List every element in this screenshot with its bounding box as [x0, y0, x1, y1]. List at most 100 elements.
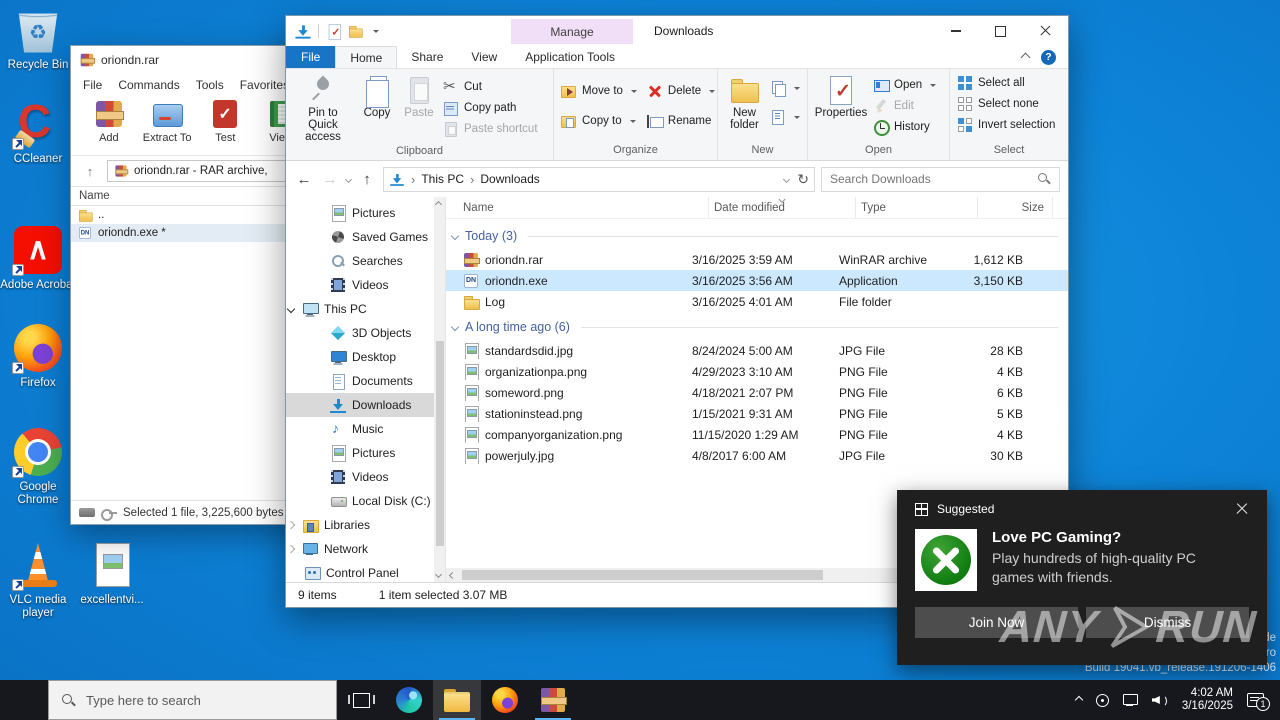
desktop-icon[interactable]: CCleaner	[0, 94, 76, 166]
forward-icon[interactable]: →	[320, 171, 340, 188]
search-input[interactable]: Search Downloads	[821, 166, 1060, 192]
start-button[interactable]	[0, 680, 48, 720]
paste-shortcut-button[interactable]: Paste shortcut	[440, 118, 541, 139]
desktop-icon[interactable]: VLC media player	[0, 541, 76, 620]
expander-icon[interactable]	[314, 425, 322, 433]
history-button[interactable]: History	[870, 116, 939, 137]
file-row[interactable]: companyorganization.png 11/15/2020 1:29 …	[446, 424, 1068, 445]
up-icon[interactable]: ↑	[357, 171, 377, 188]
winrar-extract-button[interactable]: Extract To	[143, 98, 191, 144]
tray-circle-icon[interactable]	[1095, 693, 1109, 707]
expander-icon[interactable]	[314, 329, 322, 337]
expander-icon[interactable]	[314, 257, 322, 265]
qat-properties-icon[interactable]	[326, 23, 341, 41]
scroll-up-icon[interactable]	[434, 200, 443, 209]
address-bar[interactable]: › This PC › Downloads ↻	[383, 166, 815, 192]
recent-locations-icon[interactable]	[344, 175, 353, 183]
select-all-button[interactable]: Select all	[954, 72, 1028, 93]
nav-item[interactable]: Videos	[286, 465, 445, 489]
expander-icon[interactable]	[286, 520, 296, 530]
maximize-button[interactable]	[978, 16, 1023, 46]
nav-item[interactable]: Libraries	[286, 513, 445, 537]
delete-button[interactable]: Delete	[644, 80, 718, 101]
expander-icon[interactable]	[314, 209, 322, 217]
desktop-icon[interactable]: Adobe Acrobat	[0, 226, 76, 292]
qat-customize-icon[interactable]	[373, 30, 379, 36]
file-row[interactable]: someword.png 4/18/2021 2:07 PM PNG File …	[446, 382, 1068, 403]
column-date-modified[interactable]: Date modified	[709, 197, 856, 218]
column-type[interactable]: Type	[856, 197, 978, 218]
winrar-menu-file[interactable]: File	[83, 78, 102, 92]
edge-taskbar-button[interactable]	[385, 680, 433, 720]
winrar-up-icon[interactable]: ↑	[79, 161, 101, 181]
nav-item[interactable]: Documents	[286, 369, 445, 393]
help-icon[interactable]: ?	[1041, 49, 1056, 65]
column-size[interactable]: Size	[978, 197, 1053, 218]
winrar-menu-favorites[interactable]: Favorites	[240, 78, 289, 92]
breadcrumb-this-pc[interactable]: This PC	[421, 172, 464, 186]
nav-item[interactable]: Local Disk (C:)	[286, 489, 445, 513]
collapse-group-icon[interactable]	[450, 322, 460, 332]
expander-icon[interactable]	[314, 377, 322, 385]
tab-file[interactable]: File	[286, 46, 336, 68]
search-icon[interactable]	[1037, 172, 1051, 186]
winrar-titlebar[interactable]: oriondn.rar	[71, 46, 309, 74]
tab-share[interactable]: Share	[397, 46, 457, 68]
nav-item[interactable]: Pictures	[286, 201, 445, 225]
nav-item[interactable]: 3D Objects	[286, 321, 445, 345]
tab-home[interactable]: Home	[335, 46, 398, 68]
file-explorer-taskbar-button[interactable]	[433, 680, 481, 720]
copy-to-button[interactable]: Copy to	[558, 110, 640, 131]
expander-icon[interactable]	[314, 353, 322, 361]
firefox-taskbar-button[interactable]	[481, 680, 529, 720]
expander-icon[interactable]	[314, 233, 322, 241]
tab-application-tools[interactable]: Application Tools	[511, 46, 629, 68]
file-row[interactable]: powerjuly.jpg 4/8/2017 6:00 AM JPG File …	[446, 445, 1068, 466]
file-row[interactable]: standardsdid.jpg 8/24/2024 5:00 AM JPG F…	[446, 340, 1068, 361]
expander-icon[interactable]	[288, 569, 296, 577]
nav-item[interactable]: Videos	[286, 273, 445, 297]
collapse-ribbon-icon[interactable]	[1020, 52, 1031, 62]
nav-item[interactable]: Saved Games	[286, 225, 445, 249]
pin-to-quick-access-button[interactable]: Pin to Quick access	[290, 72, 356, 145]
winrar-test-button[interactable]: Test	[203, 98, 247, 144]
winrar-column-header[interactable]: Name	[71, 186, 309, 206]
rename-button[interactable]: Rename	[644, 110, 718, 131]
copy-button[interactable]: Copy	[356, 72, 398, 121]
easy-access-button[interactable]	[767, 106, 803, 127]
address-dropdown-icon[interactable]	[783, 175, 791, 183]
move-to-button[interactable]: Move to	[558, 80, 640, 101]
breadcrumb-downloads[interactable]: Downloads	[480, 172, 539, 186]
group-header[interactable]: A long time ago (6)	[446, 314, 1068, 340]
expander-icon[interactable]	[286, 544, 296, 554]
desktop-icon[interactable]: Recycle Bin	[0, 6, 76, 72]
qat-new-folder-icon[interactable]	[348, 24, 363, 38]
cut-button[interactable]: Cut	[440, 76, 541, 97]
toast-close-icon[interactable]	[1235, 502, 1249, 516]
tray-clock[interactable]: 4:02 AM 3/16/2025	[1182, 687, 1233, 714]
file-row[interactable]: oriondn.rar 3/16/2025 3:59 AM WinRAR arc…	[446, 249, 1068, 270]
nav-item[interactable]: Searches	[286, 249, 445, 273]
nav-item[interactable]: Downloads	[286, 393, 445, 417]
close-button[interactable]	[1023, 16, 1068, 46]
invert-selection-button[interactable]: Invert selection	[954, 114, 1058, 135]
file-row[interactable]: Log 3/16/2025 4:01 AM File folder	[446, 291, 1068, 312]
hscrollbar-thumb[interactable]	[462, 570, 823, 580]
action-center-icon[interactable]: 1	[1247, 693, 1270, 711]
winrar-file-row[interactable]: ..	[71, 206, 309, 224]
nav-item[interactable]: Desktop	[286, 345, 445, 369]
scroll-down-icon[interactable]	[434, 570, 443, 579]
network-icon[interactable]	[1122, 693, 1138, 707]
winrar-add-button[interactable]: Add	[87, 98, 131, 144]
winrar-menu-tools[interactable]: Tools	[196, 78, 224, 92]
tab-view[interactable]: View	[457, 46, 511, 68]
task-view-button[interactable]	[337, 680, 385, 720]
expander-icon[interactable]	[286, 304, 296, 314]
nav-scrollbar[interactable]	[434, 197, 445, 582]
expander-icon[interactable]	[314, 497, 322, 505]
minimize-button[interactable]	[933, 16, 978, 46]
expander-icon[interactable]	[314, 401, 322, 409]
open-button[interactable]: Open	[870, 74, 939, 95]
properties-button[interactable]: Properties	[812, 72, 870, 121]
column-name[interactable]: Name	[446, 197, 709, 218]
